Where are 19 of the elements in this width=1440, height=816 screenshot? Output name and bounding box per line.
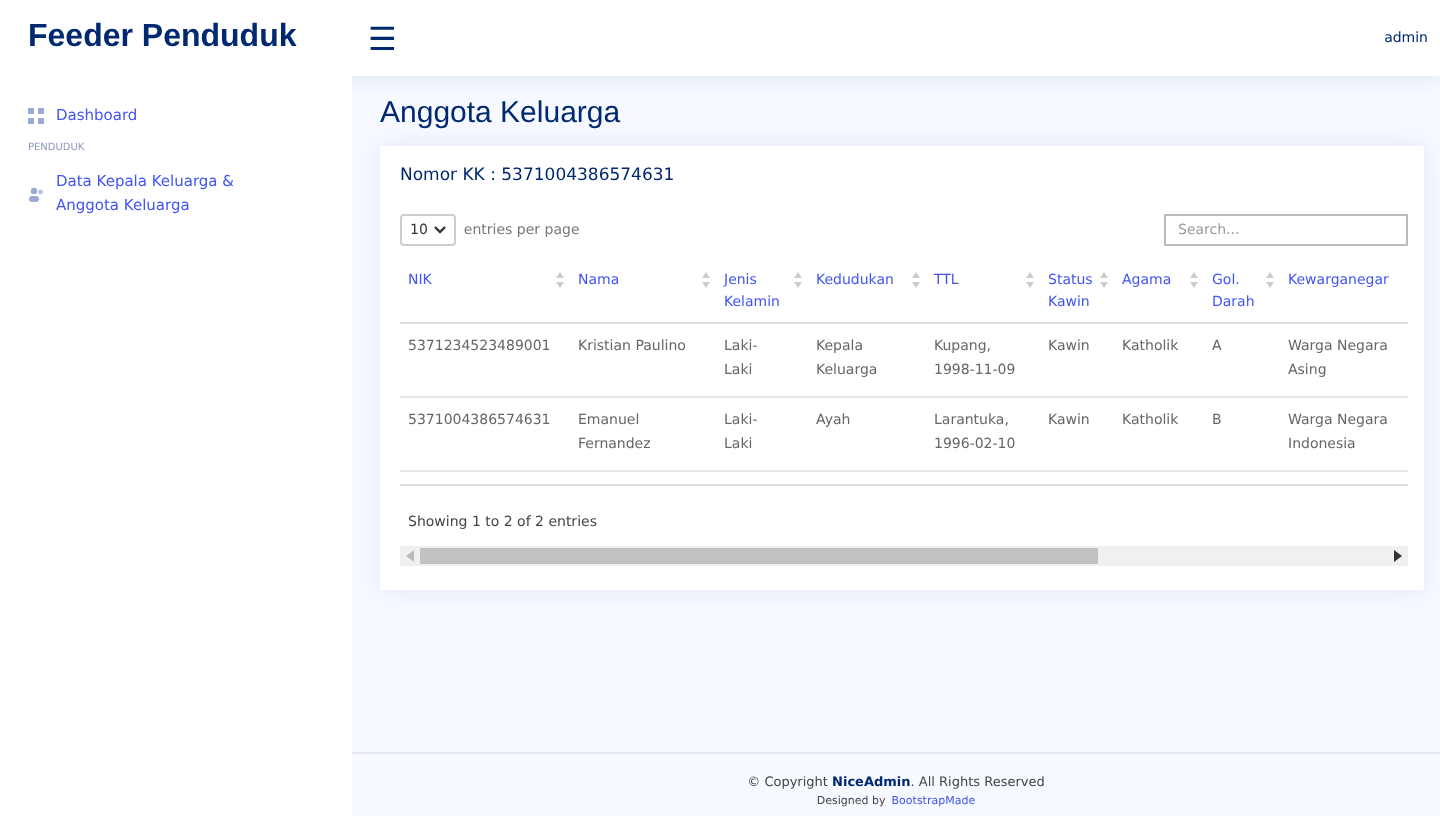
sort-icon: [912, 272, 920, 288]
menu-icon[interactable]: ☰: [368, 19, 397, 57]
chevron-icon: [433, 226, 446, 234]
page-title: Anggota Keluarga: [380, 96, 623, 130]
sort-icon: [702, 272, 710, 288]
sort-icon: [794, 272, 802, 288]
right-arrow-icon[interactable]: [1394, 549, 1402, 562]
scrollbar-thumb[interactable]: [420, 547, 1098, 564]
grid-icon: [28, 107, 44, 124]
left-arrow-icon[interactable]: [406, 549, 414, 562]
card-title: Nomor KK : 5371004386574631: [400, 166, 677, 186]
sort-icon: [1100, 272, 1108, 288]
horizontal-scrollbar[interactable]: [400, 545, 1408, 566]
sort-icon: [556, 272, 564, 288]
brand-title[interactable]: Feeder Penduduk: [28, 20, 368, 56]
people-icon: [28, 185, 44, 201]
sort-icon: [1190, 272, 1198, 288]
sort-icon: [1026, 272, 1034, 288]
sort-icon: [1266, 272, 1274, 288]
